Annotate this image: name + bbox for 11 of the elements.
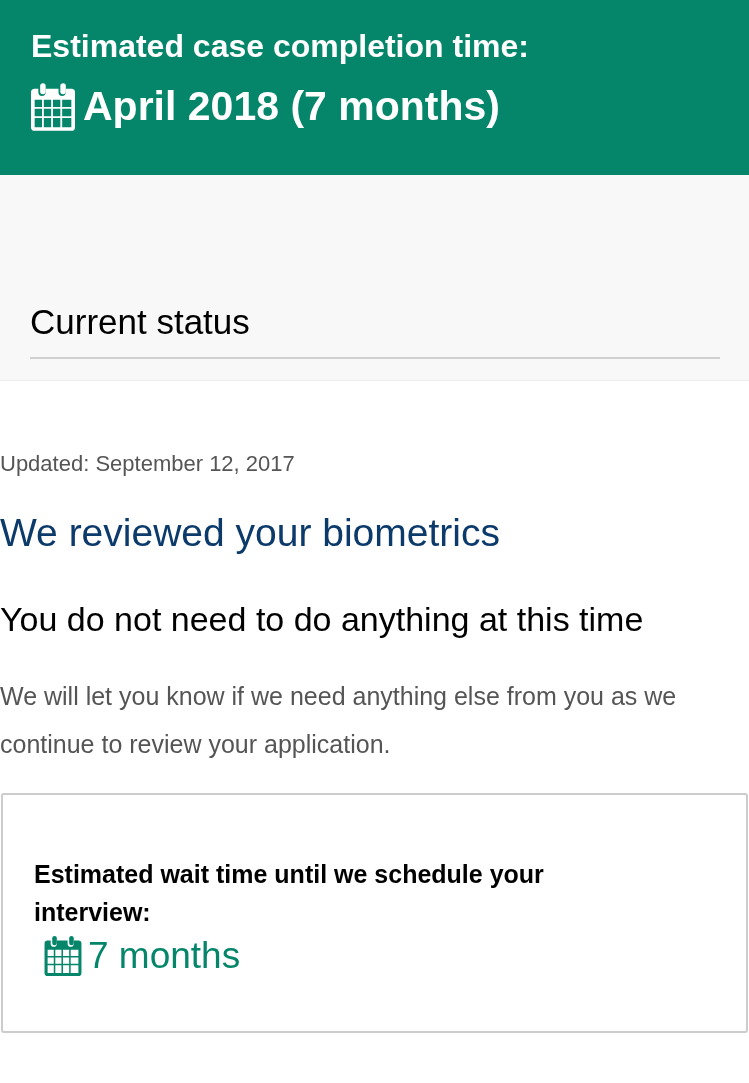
banner-title: Estimated case completion time: xyxy=(31,27,530,66)
completion-estimate: April 2018 (7 months) xyxy=(83,82,500,131)
status-description: We will let you know if we need anything else from you as we continue to review your application. xyxy=(0,681,678,760)
wait-estimate: 7 months xyxy=(88,934,241,978)
calendar-icon xyxy=(31,82,75,131)
action-text: You do not need to do anything at this time xyxy=(0,599,645,640)
wait-label: Estimated wait time until we schedule your interview: xyxy=(34,859,545,928)
updated-date: Updated: September 12, 2017 xyxy=(0,450,296,478)
section-title: Current status xyxy=(30,293,720,359)
calendar-icon xyxy=(44,936,82,976)
status-heading: We reviewed your biometrics xyxy=(0,510,501,556)
